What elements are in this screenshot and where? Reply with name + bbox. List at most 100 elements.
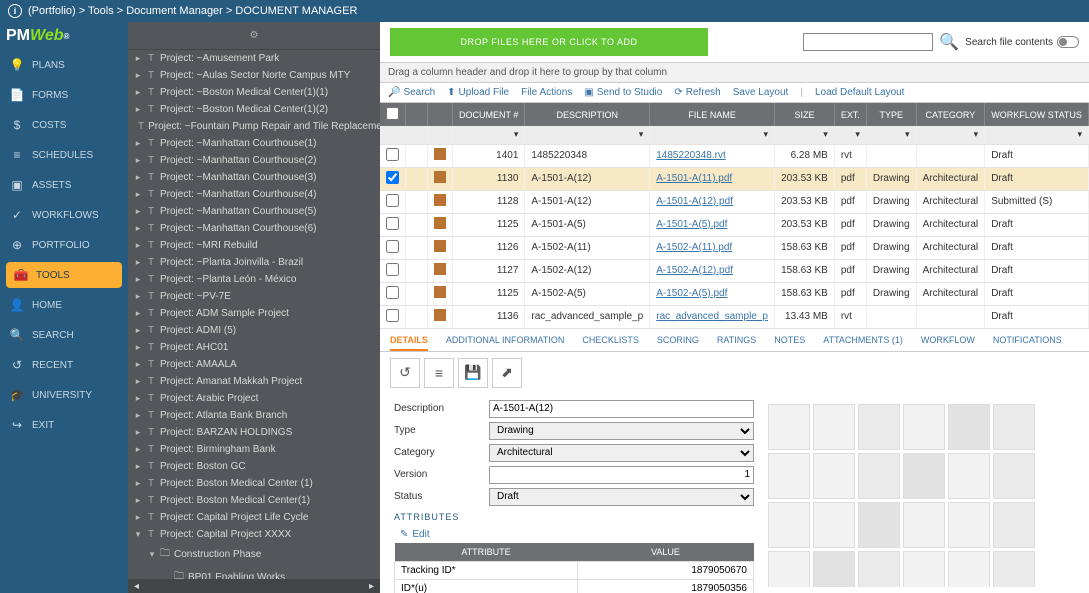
col-filter[interactable]: ▾	[916, 126, 985, 144]
tree-settings-icon[interactable]: ⚙	[250, 30, 259, 41]
expand-icon[interactable]: ▸	[134, 257, 142, 268]
expand-icon[interactable]: ▸	[134, 444, 142, 455]
tb-send-studio[interactable]: ▣Send to Studio	[584, 87, 662, 98]
expand-icon[interactable]: ▸	[134, 189, 142, 200]
list-button[interactable]: ≡	[424, 358, 454, 388]
cell-filename[interactable]: rac_advanced_sample_p	[650, 305, 775, 328]
table-row[interactable]: 1126A-1502-A(11)A-1502-A(11).pdf158.63 K…	[380, 236, 1089, 259]
col-filter[interactable]	[428, 126, 453, 144]
table-row[interactable]: 1128A-1501-A(12)A-1501-A(12).pdf203.53 K…	[380, 190, 1089, 213]
col-filter[interactable]: ▾	[985, 126, 1089, 144]
save-button[interactable]: 💾	[458, 358, 488, 388]
expand-icon[interactable]: ▸	[134, 478, 142, 489]
tab-notes[interactable]: NOTES	[774, 335, 805, 351]
nav-tools[interactable]: 🧰TOOLS	[6, 262, 122, 288]
tree-item[interactable]: ▸TProject: Boston Medical Center(1)	[128, 492, 380, 509]
tree-item[interactable]: ▸TProject: Amanat Makkah Project	[128, 373, 380, 390]
tree-item[interactable]: ▸TProject: ~Aulas Sector Norte Campus MT…	[128, 67, 380, 84]
version-input[interactable]	[489, 466, 754, 484]
row-checkbox[interactable]	[386, 217, 399, 230]
nav-schedules[interactable]: ≡SCHEDULES	[0, 140, 128, 170]
col-filter[interactable]: ▾	[834, 126, 866, 144]
tab-additional-information[interactable]: ADDITIONAL INFORMATION	[446, 335, 565, 351]
search-icon[interactable]: 🔍	[939, 32, 959, 52]
tree-item[interactable]: ▸TProject: ~Manhattan Courthouse(3)	[128, 169, 380, 186]
nav-recent[interactable]: ↺RECENT	[0, 350, 128, 380]
table-row[interactable]: 1127A-1502-A(12)A-1502-A(12).pdf158.63 K…	[380, 259, 1089, 282]
expand-icon[interactable]: ▾	[134, 529, 142, 540]
tree-item[interactable]: ▸TProject: ~Manhattan Courthouse(5)	[128, 203, 380, 220]
tree-item[interactable]: ▸TProject: ~Manhattan Courthouse(2)	[128, 152, 380, 169]
tree-item[interactable]: ▸TProject: ~Manhattan Courthouse(6)	[128, 220, 380, 237]
nav-home[interactable]: 👤HOME	[0, 290, 128, 320]
tree-item[interactable]: ▸TProject: ~PV-7E	[128, 288, 380, 305]
status-select[interactable]: Draft	[489, 488, 754, 506]
tree-item[interactable]: ▾🗀Construction Phase	[128, 543, 380, 566]
tree-item[interactable]: ▸TProject: ~Boston Medical Center(1)(1)	[128, 84, 380, 101]
description-input[interactable]	[489, 400, 754, 418]
tree-item[interactable]: ▸TProject: ~Manhattan Courthouse(1)	[128, 135, 380, 152]
history-button[interactable]: ↺	[390, 358, 420, 388]
table-row[interactable]: 1136rac_advanced_sample_prac_advanced_sa…	[380, 305, 1089, 328]
group-by-header[interactable]: Drag a column header and drop it here to…	[380, 62, 1089, 83]
tree-item[interactable]: ▸TProject: AHC01	[128, 339, 380, 356]
col-header[interactable]: DOCUMENT #	[453, 103, 525, 126]
tree-item[interactable]: ▾TProject: Capital Project XXXX	[128, 526, 380, 543]
tb-search[interactable]: 🔎Search	[388, 87, 435, 98]
expand-icon[interactable]: ▸	[134, 393, 142, 404]
cell-filename[interactable]: A-1502-A(11).pdf	[650, 236, 775, 259]
dropzone[interactable]: DROP FILES HERE OR CLICK TO ADD	[390, 28, 708, 56]
expand-icon[interactable]: ▸	[134, 495, 142, 506]
tree-toolbar[interactable]: ⚙	[128, 22, 380, 50]
tab-ratings[interactable]: RATINGS	[717, 335, 756, 351]
expand-icon[interactable]: ▸	[134, 308, 142, 319]
info-icon[interactable]: i	[8, 4, 22, 18]
cell-filename[interactable]: A-1501-A(12).pdf	[650, 190, 775, 213]
expand-icon[interactable]: ▸	[134, 206, 142, 217]
tb-file-actions[interactable]: File Actions	[521, 87, 572, 98]
nav-university[interactable]: 🎓UNIVERSITY	[0, 380, 128, 410]
expand-icon[interactable]: ▸	[134, 240, 142, 251]
cell-filename[interactable]: A-1502-A(12).pdf	[650, 259, 775, 282]
tab-workflow[interactable]: WORKFLOW	[921, 335, 975, 351]
cell-filename[interactable]: A-1501-A(11).pdf	[650, 167, 775, 190]
tree-item[interactable]: ▸TProject: ~Boston Medical Center(1)(2)	[128, 101, 380, 118]
expand-icon[interactable]: ▸	[134, 104, 142, 115]
row-checkbox[interactable]	[386, 286, 399, 299]
row-checkbox[interactable]	[386, 240, 399, 253]
tree-item[interactable]: ▸TProject: ~Planta León - México	[128, 271, 380, 288]
nav-workflows[interactable]: ✓WORKFLOWS	[0, 200, 128, 230]
col-header[interactable]: WORKFLOW STATUS	[985, 103, 1089, 126]
expand-icon[interactable]: ▸	[134, 53, 142, 64]
tree-item[interactable]: ▸TProject: ADMI (5)	[128, 322, 380, 339]
tree-item[interactable]: ▸TProject: Arabic Project	[128, 390, 380, 407]
tree-item[interactable]: ▸TProject: BARZAN HOLDINGS	[128, 424, 380, 441]
expand-icon[interactable]: ▸	[134, 325, 142, 336]
tab-scoring[interactable]: SCORING	[657, 335, 699, 351]
expand-icon[interactable]: ▸	[134, 87, 142, 98]
cell-filename[interactable]: A-1502-A(5).pdf	[650, 282, 775, 305]
row-checkbox[interactable]	[386, 194, 399, 207]
open-button[interactable]: ⬈	[492, 358, 522, 388]
expand-icon[interactable]: ▸	[134, 70, 142, 81]
expand-icon[interactable]: ▸	[134, 223, 142, 234]
nav-plans[interactable]: 💡PLANS	[0, 50, 128, 80]
tree-item[interactable]: ▸TProject: AMAALA	[128, 356, 380, 373]
row-checkbox[interactable]	[386, 309, 399, 322]
col-header[interactable]: CATEGORY	[916, 103, 985, 126]
col-filter[interactable]	[380, 126, 406, 144]
select-all-checkbox[interactable]	[386, 107, 399, 120]
nav-forms[interactable]: 📄FORMS	[0, 80, 128, 110]
col-header[interactable]: EXT.	[834, 103, 866, 126]
col-filter[interactable]: ▾	[650, 126, 775, 144]
table-row[interactable]: 1130A-1501-A(12)A-1501-A(11).pdf203.53 K…	[380, 167, 1089, 190]
col-filter[interactable]: ▾	[775, 126, 835, 144]
row-checkbox[interactable]	[386, 171, 399, 184]
col-header[interactable]: FILE NAME	[650, 103, 775, 126]
table-row[interactable]: 140114852203481485220348.rvt6.28 MBrvtDr…	[380, 144, 1089, 167]
expand-icon[interactable]: ▾	[148, 549, 156, 560]
tree-item[interactable]: ▸TProject: ~Planta Joinvilla - Brazil	[128, 254, 380, 271]
col-filter[interactable]: ▾	[453, 126, 525, 144]
tree-scroll-bar[interactable]: ◂▸	[128, 579, 380, 593]
expand-icon[interactable]: ▸	[134, 512, 142, 523]
